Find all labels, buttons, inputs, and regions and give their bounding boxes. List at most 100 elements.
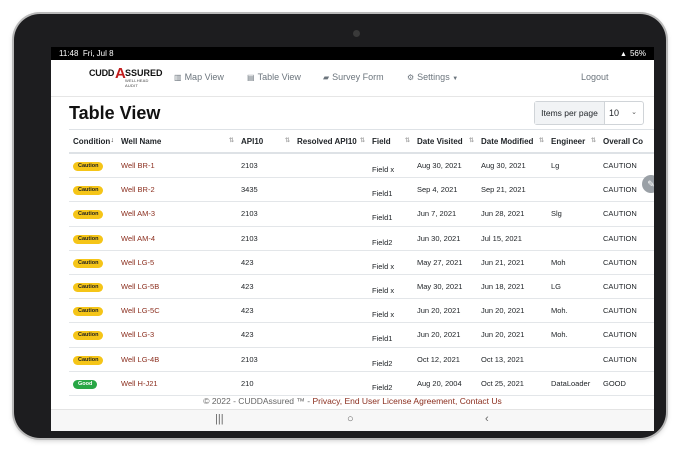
table-row[interactable]: Caution Well LG-4B 2103 Field2 Oct 12, 2021 O…	[69, 347, 654, 372]
table-row[interactable]: Good Well H-J21 210 Field2 Aug 20, 2004 Oct 2…	[69, 371, 654, 396]
field-cell: Field x	[372, 286, 395, 296]
field-cell: Field2	[372, 237, 393, 247]
field-cell: Field x	[372, 261, 395, 271]
android-nav-bar: ||| ○ ‹	[51, 409, 654, 431]
table-row[interactable]: Caution Well BR-2 3435 Field1 Sep 4, 2021 Sep…	[69, 177, 654, 203]
overall-condition-cell: CAUTION	[603, 257, 637, 267]
engineer-cell: Moh	[551, 257, 566, 267]
condition-badge: Caution	[73, 307, 104, 317]
well-name-link[interactable]: Well LG-5B	[121, 282, 159, 291]
engineer-cell: LG	[551, 282, 562, 292]
well-name-link[interactable]: Well H-J21	[121, 379, 158, 388]
items-per-page-label: Items per page	[535, 102, 605, 124]
table-row[interactable]: Caution Well AM-3 2103 Field1 Jun 7, 2021 Jun…	[69, 201, 654, 227]
col-header-resolved-api10[interactable]: Resolved API10 ⇅	[293, 129, 368, 154]
well-name-link[interactable]: Well LG-4B	[121, 355, 159, 364]
back-button[interactable]: ‹	[485, 413, 489, 425]
table-row[interactable]: Caution Well LG-3 423 Field1 Jun 20, 2021 Jun…	[69, 322, 654, 348]
items-per-page-select[interactable]: Items per page 10 ⌄	[534, 101, 644, 125]
table-row[interactable]: Caution Well LG-5C 423 Field x Jun 20, 2021 J…	[69, 298, 654, 324]
nav-table-view[interactable]: ▤ Table View	[247, 72, 301, 82]
col-header-overall-condition[interactable]: Overall Co	[599, 129, 654, 154]
eula-link[interactable]: End User License Agreement	[344, 396, 455, 406]
engineer-cell: Moh.	[551, 330, 568, 340]
col-header-engineer[interactable]: Engineer ⇅	[547, 129, 599, 154]
date-modified-cell: Jul 15, 2021	[481, 233, 522, 243]
page-title: Table View	[69, 103, 161, 123]
battery-level: 56%	[629, 49, 646, 58]
chevron-down-icon: ⌄	[631, 109, 637, 116]
col-header-api10[interactable]: API10 ⇅	[237, 129, 293, 154]
table-row[interactable]: Caution Well BR-1 2103 Field x Aug 30, 2021 A…	[69, 153, 654, 179]
api10-cell: 2103	[241, 354, 258, 364]
table-row[interactable]: Caution Well AM-4 2103 Field2 Jun 30, 2021 Ju…	[69, 226, 654, 251]
footer: © 2022 - CUDDAssured ™ - Privacy, End Us…	[203, 396, 502, 406]
col-header-well-name[interactable]: Well Name ⇅	[117, 129, 237, 154]
api10-cell: 423	[241, 330, 254, 340]
well-name-link[interactable]: Well LG-5	[121, 258, 154, 267]
date-modified-cell: Jun 20, 2021	[481, 306, 525, 316]
nav-map-view[interactable]: ▥ Map View	[174, 72, 224, 82]
overall-condition-cell: CAUTION	[603, 233, 637, 243]
top-navbar: CUDD A SSURED WELLHEAD AUDIT ▥ Map View ▤…	[51, 60, 654, 97]
sort-desc-icon: ↓	[110, 137, 115, 144]
col-header-condition[interactable]: Condition ↓	[69, 129, 117, 154]
api10-cell: 2103	[241, 161, 258, 171]
well-name-link[interactable]: Well LG-3	[121, 330, 154, 339]
field-cell: Field2	[372, 382, 393, 392]
nav-survey-form[interactable]: ▰ Survey Form	[323, 72, 384, 82]
field-cell: Field2	[372, 358, 393, 368]
table-row[interactable]: Caution Well LG-5 423 Field x May 27, 2021 Ju…	[69, 250, 654, 275]
col-header-field[interactable]: Field ⇅	[368, 129, 413, 154]
well-name-link[interactable]: Well AM-4	[121, 234, 155, 243]
recent-apps-button[interactable]: |||	[215, 413, 224, 425]
date-visited-cell: May 30, 2021	[417, 282, 463, 292]
sort-icon: ⇅	[359, 138, 365, 144]
items-per-page-value: 10	[609, 108, 620, 118]
sort-icon: ⇅	[590, 138, 596, 144]
table-body: Caution Well BR-1 2103 Field x Aug 30, 2021 A…	[69, 153, 654, 396]
field-cell: Field1	[372, 189, 393, 199]
nav-settings-dropdown[interactable]: ⚙ Settings ▼	[407, 72, 458, 82]
well-name-link[interactable]: Well AM-3	[121, 209, 155, 218]
field-cell: Field x	[372, 310, 395, 320]
contact-link[interactable]: Contact Us	[460, 396, 502, 406]
date-modified-cell: Oct 25, 2021	[481, 378, 524, 388]
col-header-date-modified[interactable]: Date Modified ⇅	[477, 129, 547, 154]
date-modified-cell: Jun 21, 2021	[481, 257, 525, 267]
condition-badge: Good	[73, 379, 98, 389]
brand-logo[interactable]: CUDD A SSURED WELLHEAD AUDIT	[89, 65, 163, 90]
status-date: Fri, Jul 8	[82, 49, 114, 58]
engineer-cell: DataLoader	[551, 378, 591, 388]
table-header-row: Condition ↓ Well Name ⇅ API10 ⇅ Resolved AP…	[69, 129, 654, 154]
book-icon: ▰	[323, 73, 330, 82]
date-modified-cell: Aug 30, 2021	[481, 161, 526, 171]
date-visited-cell: Aug 30, 2021	[417, 161, 462, 171]
logout-link[interactable]: Logout	[581, 72, 609, 82]
table-row[interactable]: Caution Well LG-5B 423 Field x May 30, 2021 J…	[69, 274, 654, 300]
api10-cell: 210	[241, 378, 254, 388]
date-modified-cell: Sep 21, 2021	[481, 185, 526, 195]
date-visited-cell: Oct 12, 2021	[417, 354, 460, 364]
engineer-cell: Slg	[551, 209, 562, 219]
status-bar: 11:48 Fri, Jul 8 ▲ 56%	[51, 47, 654, 60]
home-button[interactable]: ○	[347, 413, 354, 425]
signal-icon: ▲	[620, 51, 627, 58]
sort-icon: ⇅	[538, 138, 544, 144]
condition-badge: Caution	[73, 355, 104, 365]
edit-fab[interactable]: ✎	[642, 175, 654, 193]
field-cell: Field1	[372, 334, 393, 344]
field-cell: Field1	[372, 213, 393, 223]
col-header-date-visited[interactable]: Date Visited ⇅	[413, 129, 477, 154]
well-name-link[interactable]: Well BR-1	[121, 161, 155, 170]
overall-condition-cell: GOOD	[603, 378, 626, 388]
overall-condition-cell: CAUTION	[603, 282, 637, 292]
condition-badge: Caution	[73, 234, 104, 244]
well-name-link[interactable]: Well BR-2	[121, 185, 155, 194]
condition-badge: Caution	[73, 210, 104, 220]
privacy-link[interactable]: Privacy	[312, 396, 339, 406]
condition-badge: Caution	[73, 283, 104, 293]
overall-condition-cell: CAUTION	[603, 161, 637, 171]
table-icon: ▤	[247, 73, 255, 82]
well-name-link[interactable]: Well LG-5C	[121, 306, 160, 315]
